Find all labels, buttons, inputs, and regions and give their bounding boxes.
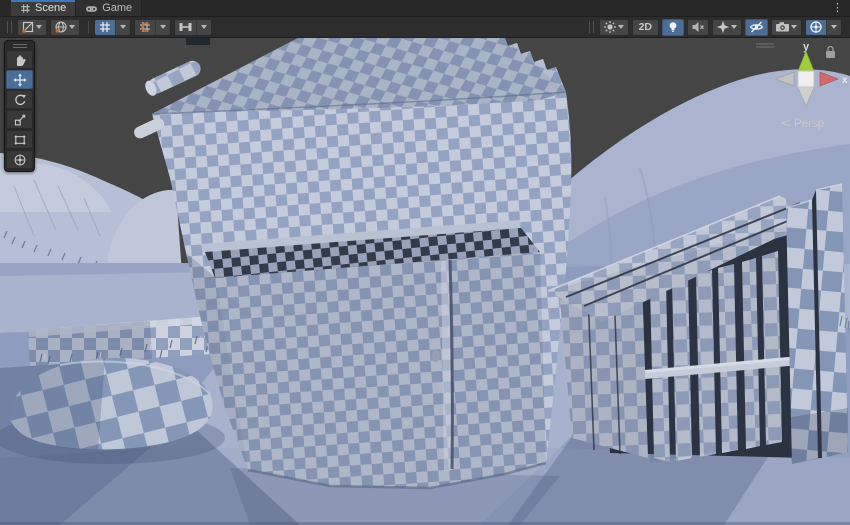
- chevron-down-icon: [731, 25, 737, 29]
- tools-overlay: [4, 40, 35, 172]
- gizmo-y-label: y: [803, 41, 810, 53]
- tool-rotate[interactable]: [6, 90, 33, 109]
- tab-bar: Scene Game ⋮: [0, 0, 850, 17]
- gamepad-icon: [85, 3, 98, 14]
- scene-viewport[interactable]: y x Persp: [0, 38, 850, 525]
- lightbulb-icon: [666, 20, 680, 34]
- chevron-down-icon: [120, 25, 126, 29]
- rotate-icon: [13, 93, 27, 107]
- toolbar-separator: [88, 21, 89, 34]
- scene-visibility-toggle[interactable]: [745, 19, 768, 36]
- tool-view-hand[interactable]: [6, 50, 33, 69]
- gizmos-dropdown[interactable]: [805, 19, 842, 36]
- gizmo-x-label: x: [842, 75, 848, 86]
- chevron-down-icon: [618, 25, 624, 29]
- gizmo-center-cube[interactable]: [798, 71, 814, 87]
- chevron-down-icon: [69, 25, 75, 29]
- tool-rect[interactable]: [6, 130, 33, 149]
- rect-tool-icon: [13, 133, 27, 147]
- tab-options-kebab-icon[interactable]: ⋮: [825, 0, 850, 16]
- shaded-mode-icon: [21, 20, 35, 34]
- tool-move[interactable]: [6, 70, 33, 89]
- snap-move-icon: [178, 20, 193, 34]
- transform-tool-icon: [13, 153, 27, 167]
- camera-view-dropdown[interactable]: [50, 19, 80, 36]
- scene-toolbar: 2D: [0, 17, 850, 38]
- tool-transform[interactable]: [6, 150, 33, 169]
- tab-game[interactable]: Game: [76, 0, 142, 16]
- grid-snapping-dropdown[interactable]: [134, 19, 171, 36]
- chevron-down-icon: [36, 25, 42, 29]
- toolbar-drag-handle[interactable]: [7, 21, 12, 33]
- globe-icon: [54, 20, 68, 34]
- toolbar-drag-handle[interactable]: [589, 21, 594, 33]
- tab-game-label: Game: [102, 2, 132, 14]
- grid-snap-icon: [138, 20, 152, 34]
- gizmo-sphere-icon: [809, 20, 823, 34]
- chevron-down-icon: [791, 25, 797, 29]
- grid-axis-icon: [98, 20, 112, 34]
- grid-visibility-dropdown[interactable]: [94, 19, 131, 36]
- draw-mode-dropdown[interactable]: [17, 19, 47, 36]
- tool-scale[interactable]: [6, 110, 33, 129]
- effects-dropdown[interactable]: [712, 19, 742, 36]
- tab-scene[interactable]: Scene: [11, 0, 76, 16]
- speaker-muted-icon: [691, 20, 705, 34]
- move-icon: [13, 73, 27, 87]
- projection-label: Persp: [794, 118, 824, 130]
- tab-scene-label: Scene: [35, 2, 66, 14]
- sun-icon: [603, 20, 617, 34]
- chevron-down-icon: [160, 25, 166, 29]
- scene-grid-icon: [20, 3, 31, 14]
- scale-icon: [13, 113, 27, 127]
- unity-scene-view-window: Scene Game ⋮: [0, 0, 850, 525]
- snap-increment-dropdown[interactable]: [174, 19, 212, 36]
- camera-settings-dropdown[interactable]: [771, 19, 802, 36]
- toolbar-right-group: 2D: [587, 19, 845, 36]
- chevron-down-icon: [201, 25, 207, 29]
- toggle-2d-label: 2D: [636, 21, 655, 33]
- tools-overlay-grip[interactable]: [6, 42, 33, 50]
- eye-slash-icon: [749, 20, 764, 34]
- scene-lighting-toggle[interactable]: [662, 19, 684, 36]
- hand-icon: [13, 53, 27, 67]
- scene-audio-toggle[interactable]: [687, 19, 709, 36]
- scene-effects-dropdown[interactable]: [599, 19, 629, 36]
- sparkle-icon: [716, 20, 730, 34]
- chevron-down-icon: [831, 25, 837, 29]
- toggle-2d-button[interactable]: 2D: [632, 19, 659, 36]
- camera-icon: [775, 20, 790, 34]
